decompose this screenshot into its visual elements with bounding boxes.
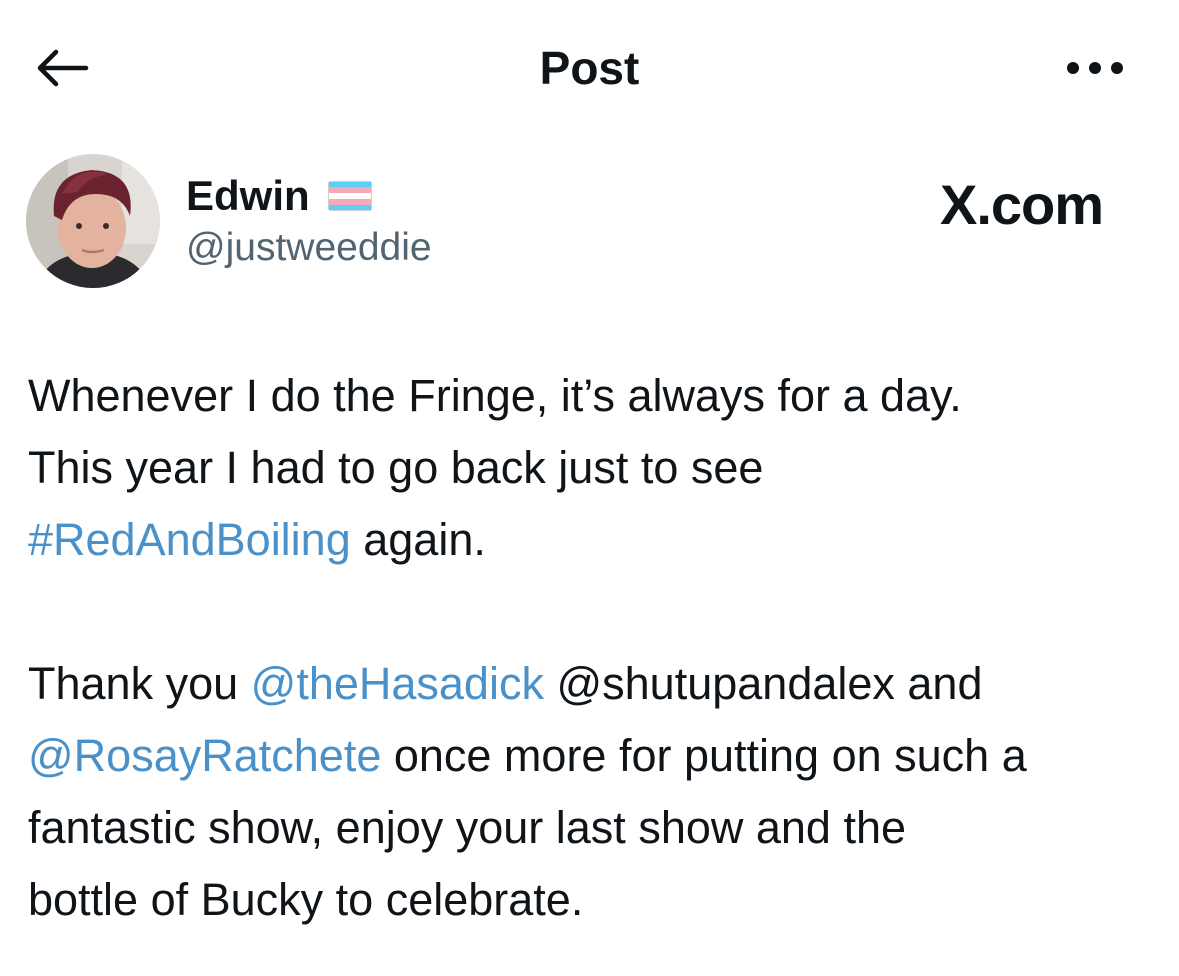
mention-link[interactable]: @theHasadick (251, 658, 544, 709)
page-title: Post (539, 42, 640, 94)
more-options-button[interactable] (1062, 52, 1128, 84)
tweet-paragraph-2: Thank you @theHasadick @shutupandalex an… (28, 648, 1158, 936)
mention-link[interactable]: @RosayRatchete (28, 730, 381, 781)
author-handle[interactable]: @justweeddie (186, 222, 432, 274)
tweet-text-fragment: @shutupandalex and (543, 658, 983, 709)
tweet-line: This year I had to go back just to see (28, 442, 764, 493)
tweet-text-fragment: Thank you (28, 658, 251, 709)
transgender-flag-icon (327, 181, 372, 211)
tweet-text-fragment: once more for putting on such a (381, 730, 1027, 781)
more-horizontal-icon (1067, 62, 1123, 74)
tweet-line: fantastic show, enjoy your last show and… (28, 802, 907, 853)
x-com-watermark: X.com (940, 173, 1104, 236)
tweet-paragraph-1: Whenever I do the Fringe, it’s always fo… (28, 360, 1158, 576)
display-name[interactable]: Edwin (186, 168, 310, 224)
avatar-image (26, 154, 160, 288)
tweet-text: Whenever I do the Fringe, it’s always fo… (28, 360, 1158, 936)
avatar[interactable] (26, 154, 160, 288)
tweet-text-fragment: again. (350, 514, 486, 565)
tweet-line: bottle of Bucky to celebrate. (28, 874, 584, 925)
hashtag-link[interactable]: #RedAndBoiling (28, 514, 351, 565)
author-name-row: Edwin (186, 168, 372, 224)
tweet-line: Whenever I do the Fringe, it’s always fo… (28, 370, 962, 421)
